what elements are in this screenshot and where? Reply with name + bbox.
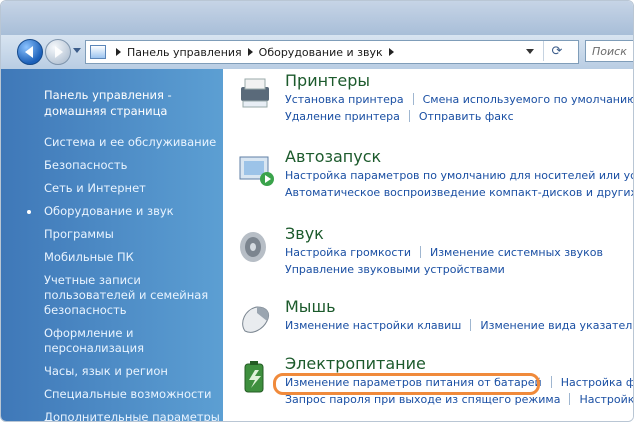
- sidebar-item-system[interactable]: Система и ее обслуживание: [44, 135, 220, 150]
- category-title-mouse[interactable]: Мышь: [285, 297, 336, 316]
- sidebar-list: Система и ее обслуживание Безопасность С…: [27, 135, 220, 421]
- autoplay-links-row1: Настройка параметров по умолчанию для но…: [285, 169, 633, 182]
- category-sound: Звук Настройка громкости Изменение систем…: [237, 224, 633, 286]
- link-separator: [419, 246, 421, 258]
- navigation-bar: Панель управления Оборудование и звук ⟳ …: [1, 35, 633, 70]
- sidebar-item-programs[interactable]: Программы: [44, 227, 220, 242]
- sidebar-item-additional[interactable]: Дополнительные параметры: [44, 410, 220, 421]
- sidebar-home-link[interactable]: Панель управления - домашняя страница: [44, 87, 204, 119]
- link-remove-printer[interactable]: Удаление принтера: [285, 110, 400, 123]
- link-power-settings[interactable]: Настройка: [579, 393, 633, 406]
- sound-links-row1: Настройка громкости Изменение системных з…: [285, 246, 603, 259]
- sidebar: Панель управления - домашняя страница Си…: [1, 69, 223, 421]
- mouse-links-row1: Изменение настройки клавиш Изменение вида…: [285, 319, 633, 332]
- link-separator: [408, 110, 410, 122]
- search-placeholder: Поиск: [592, 44, 627, 58]
- search-input[interactable]: Поиск: [585, 40, 633, 62]
- back-arrow-icon: [25, 46, 33, 58]
- refresh-icon[interactable]: ⟳: [543, 41, 570, 61]
- forward-arrow-icon: [55, 46, 63, 58]
- sound-links-row2: Управление звуковыми устройствами: [285, 263, 505, 276]
- back-button[interactable]: [17, 39, 43, 65]
- category-title-printers[interactable]: Принтеры: [285, 71, 370, 90]
- breadcrumb-hardware-sound[interactable]: Оборудование и звук: [259, 46, 383, 59]
- sidebar-item-clock-language[interactable]: Часы, язык и регион: [44, 364, 220, 379]
- printer-icon: [241, 78, 269, 108]
- autoplay-links-row2: Автоматическое воспроизведение компакт-д…: [285, 186, 633, 199]
- link-change-mouse-buttons[interactable]: Изменение настройки клавиш: [285, 319, 461, 332]
- link-autoplay-cd[interactable]: Автоматическое воспроизведение компакт-д…: [285, 186, 633, 199]
- category-title-autoplay[interactable]: Автозапуск: [285, 147, 381, 166]
- printers-links-row1: Установка принтера Смена используемого по…: [285, 93, 633, 106]
- window-frame: [1, 1, 633, 35]
- battery-icon: [244, 361, 264, 393]
- link-separator: [470, 319, 472, 331]
- link-adjust-volume[interactable]: Настройка громкости: [285, 246, 411, 259]
- link-install-printer[interactable]: Установка принтера: [285, 93, 404, 106]
- category-printers: Принтеры Установка принтера Смена использ…: [237, 71, 633, 133]
- control-panel-icon: [90, 45, 106, 59]
- category-mouse: Мышь Изменение настройки клавиш Изменение…: [237, 297, 633, 343]
- link-manage-audio-devices[interactable]: Управление звуковыми устройствами: [285, 263, 505, 276]
- forward-button[interactable]: [45, 39, 71, 65]
- chevron-right-icon[interactable]: [116, 48, 121, 56]
- address-bar[interactable]: Панель управления Оборудование и звук ⟳: [85, 40, 579, 64]
- sidebar-item-security[interactable]: Безопасность: [44, 158, 220, 173]
- history-dropdown-icon[interactable]: [73, 48, 81, 53]
- autoplay-icon: [239, 156, 274, 186]
- printers-links-row2: Удаление принтера Отправить факс: [285, 110, 514, 123]
- sidebar-item-mobile-pc[interactable]: Мобильные ПК: [44, 250, 220, 265]
- link-autoplay-defaults[interactable]: Настройка параметров по умолчанию для но…: [285, 169, 633, 182]
- mouse-icon: [242, 306, 270, 333]
- link-change-system-sounds[interactable]: Изменение системных звуков: [430, 246, 603, 259]
- highlight-callout: [273, 373, 540, 395]
- chevron-right-icon[interactable]: [388, 48, 394, 56]
- link-change-pointer[interactable]: Изменение вида указателя: [480, 319, 633, 332]
- category-title-power[interactable]: Электропитание: [285, 354, 426, 373]
- speaker-icon: [240, 232, 266, 262]
- sidebar-item-network[interactable]: Сеть и Интернет: [44, 181, 220, 196]
- sidebar-item-accessibility[interactable]: Специальные возможности: [44, 387, 220, 402]
- link-separator: [569, 393, 571, 405]
- chevron-right-icon[interactable]: [247, 48, 253, 56]
- link-change-default[interactable]: Смена используемого по умолчанию: [423, 93, 633, 106]
- link-separator: [550, 376, 552, 388]
- link-configure-power[interactable]: Настройка фу: [561, 376, 633, 389]
- link-send-fax[interactable]: Отправить факс: [419, 110, 514, 123]
- category-autoplay: Автозапуск Настройка параметров по умолч…: [237, 147, 633, 209]
- category-title-sound[interactable]: Звук: [285, 224, 324, 243]
- breadcrumb-control-panel[interactable]: Панель управления: [127, 46, 242, 59]
- main-content: Принтеры Установка принтера Смена использ…: [223, 69, 633, 421]
- link-separator: [412, 93, 414, 105]
- address-dropdown-icon[interactable]: [526, 49, 534, 54]
- sidebar-item-appearance[interactable]: Оформление и персонализация: [44, 326, 220, 356]
- control-panel-window: Панель управления Оборудование и звук ⟳ …: [0, 0, 634, 422]
- sidebar-item-hardware-sound[interactable]: Оборудование и звук: [27, 204, 220, 219]
- sidebar-item-user-accounts[interactable]: Учетные записи пользователей и семейная …: [44, 273, 220, 318]
